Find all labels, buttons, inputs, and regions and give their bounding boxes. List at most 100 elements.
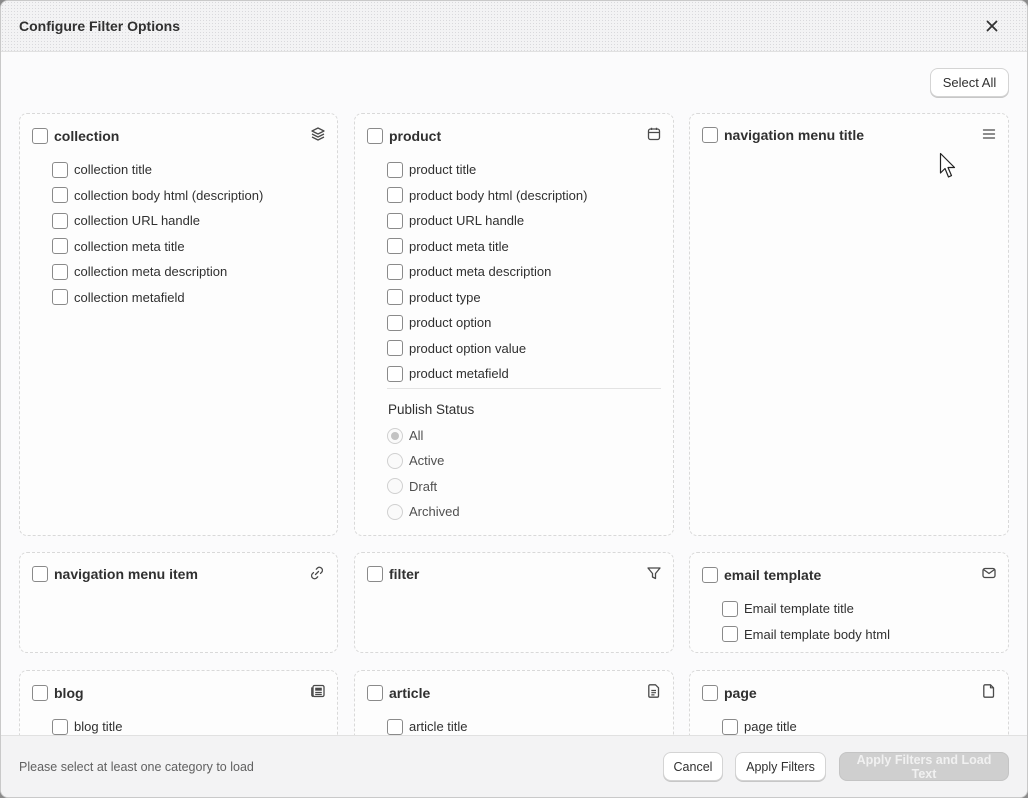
sub-option-product-body-html[interactable]: product body html (description) [387, 183, 587, 209]
option-label: product option value [409, 340, 527, 356]
apply-filters-button[interactable]: Apply Filters [735, 752, 826, 781]
checkbox[interactable] [722, 626, 738, 643]
checkbox[interactable] [367, 128, 383, 144]
option-label: product body html (description) [409, 187, 588, 203]
sub-option-product-metafield[interactable]: product metafield [387, 361, 587, 387]
radio-option-draft[interactable]: Draft [387, 474, 460, 499]
sub-option-article-title[interactable]: article title [387, 714, 468, 735]
checkbox[interactable] [387, 340, 403, 357]
sub-option-collection-metafield[interactable]: collection metafield [52, 285, 263, 311]
radio-label: Active [409, 453, 445, 469]
checkbox[interactable] [387, 263, 403, 280]
checkbox[interactable] [387, 289, 403, 306]
option-label: Email template body html [744, 626, 890, 642]
category-checkbox-filter[interactable]: filter [367, 566, 419, 582]
checkbox[interactable] [32, 566, 48, 582]
radio-option-archived[interactable]: Archived [387, 499, 460, 524]
radio[interactable] [387, 452, 403, 469]
sub-option-product-meta-title[interactable]: product meta title [387, 234, 587, 260]
sub-option-product-type[interactable]: product type [387, 285, 587, 311]
category-checkbox-navigation-menu-title[interactable]: navigation menu title [702, 127, 864, 143]
radio[interactable] [387, 503, 403, 520]
sub-option-collection-meta-title[interactable]: collection meta title [52, 234, 263, 260]
apply-filters-and-load-text-button[interactable]: Apply Filters and Load Text [839, 752, 1009, 781]
select-all-button[interactable]: Select All [930, 68, 1009, 97]
category-checkbox-product[interactable]: product [367, 128, 441, 144]
option-label: collection meta description [74, 264, 228, 280]
sub-option-email-template-title[interactable]: Email template title [722, 596, 890, 622]
sub-option-collection-title[interactable]: collection title [52, 157, 263, 183]
option-label: product type [409, 289, 481, 305]
radio-option-active[interactable]: Active [387, 448, 460, 473]
radio-label: All [409, 428, 424, 444]
sub-option-page-title[interactable]: page title [722, 714, 797, 735]
category-checkbox-article[interactable]: article [367, 685, 430, 701]
checkbox[interactable] [52, 289, 68, 306]
checkbox[interactable] [32, 128, 48, 144]
dialog-body: Select All collection collection title c… [1, 53, 1027, 735]
sub-option-collection-url-handle[interactable]: collection URL handle [52, 208, 263, 234]
sub-option-product-meta-description[interactable]: product meta description [387, 259, 587, 285]
option-label: product title [409, 162, 477, 178]
sub-option-list: collection title collection body html (d… [52, 157, 263, 310]
checkbox[interactable] [387, 238, 403, 255]
cancel-button[interactable]: Cancel [663, 752, 723, 781]
option-label: Email template title [744, 601, 854, 617]
radio-option-all[interactable]: All [387, 423, 460, 448]
sub-option-blog-title[interactable]: blog title [52, 714, 122, 735]
checkbox[interactable] [52, 238, 68, 255]
category-card-navigation-menu-item: navigation menu item [19, 552, 338, 653]
checkbox[interactable] [722, 718, 738, 735]
checkbox[interactable] [52, 718, 68, 735]
option-label: article title [409, 719, 468, 735]
sub-option-product-url-handle[interactable]: product URL handle [387, 208, 587, 234]
category-checkbox-collection[interactable]: collection [32, 128, 119, 144]
publish-status-title: Publish Status [388, 402, 475, 417]
category-label: blog [54, 685, 84, 701]
radio[interactable] [387, 427, 403, 444]
category-checkbox-page[interactable]: page [702, 685, 757, 701]
category-label: navigation menu title [724, 127, 865, 143]
option-label: page title [744, 719, 797, 735]
checkbox[interactable] [702, 685, 718, 701]
checkbox[interactable] [387, 161, 403, 178]
checkbox[interactable] [387, 187, 403, 204]
sub-option-product-option-value[interactable]: product option value [387, 336, 587, 362]
checkbox[interactable] [52, 212, 68, 229]
checkbox[interactable] [52, 161, 68, 178]
checkbox[interactable] [722, 600, 738, 617]
checkbox[interactable] [702, 127, 718, 143]
sub-option-product-title[interactable]: product title [387, 157, 587, 183]
category-checkbox-navigation-menu-item[interactable]: navigation menu item [32, 566, 198, 582]
checkbox[interactable] [387, 314, 403, 331]
option-label: collection metafield [74, 289, 185, 305]
category-checkbox-blog[interactable]: blog [32, 685, 84, 701]
category-card-email-template: email template Email template title Emai… [689, 552, 1009, 653]
checkbox[interactable] [52, 187, 68, 204]
checkbox[interactable] [387, 365, 403, 382]
footer-hint-text: Please select at least one category to l… [19, 760, 254, 774]
checkbox[interactable] [387, 718, 403, 735]
checkbox[interactable] [367, 685, 383, 701]
checkbox[interactable] [702, 567, 718, 583]
sub-option-email-template-body-html[interactable]: Email template body html [722, 622, 890, 648]
checkbox[interactable] [32, 685, 48, 701]
category-card-filter: filter [354, 552, 674, 653]
category-checkbox-email-template[interactable]: email template [702, 567, 821, 583]
category-label: email template [724, 567, 822, 583]
option-label: product option [409, 315, 492, 331]
radio[interactable] [387, 478, 403, 495]
dialog-title: Configure Filter Options [19, 18, 180, 34]
sub-option-collection-meta-description[interactable]: collection meta description [52, 259, 263, 285]
sub-option-list: product title product body html (descrip… [387, 157, 587, 387]
checkbox[interactable] [367, 566, 383, 582]
category-label: product [389, 128, 442, 144]
sub-option-product-option[interactable]: product option [387, 310, 587, 336]
sub-option-collection-body-html[interactable]: collection body html (description) [52, 183, 263, 209]
checkbox[interactable] [387, 212, 403, 229]
link-icon [308, 565, 326, 581]
checkbox[interactable] [52, 263, 68, 280]
radio-label: Draft [409, 478, 438, 494]
close-button[interactable] [981, 15, 1003, 37]
radio-label: Archived [409, 504, 460, 520]
